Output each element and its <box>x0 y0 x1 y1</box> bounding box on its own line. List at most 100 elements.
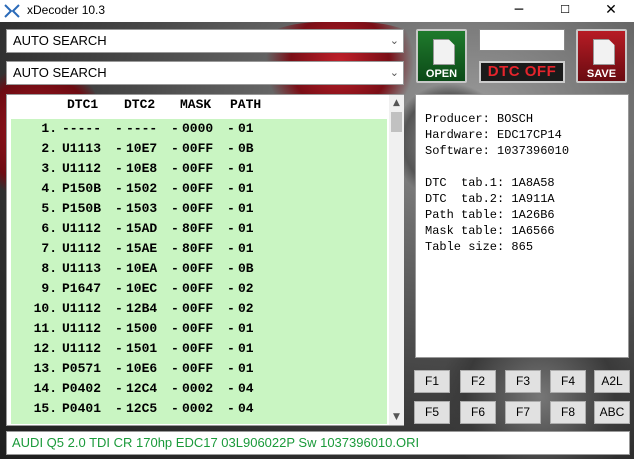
dtc2-cell: ---- <box>126 121 158 136</box>
dtc1-cell: P150B <box>62 181 102 196</box>
row-number: 11. <box>33 321 57 336</box>
list-item[interactable]: 7. U1112-15AE -80FF -01 <box>11 239 387 259</box>
list-item[interactable]: 11. U1112-1500-00FF -01 <box>11 319 387 339</box>
dtc2-cell: 10E8 <box>126 161 158 176</box>
row-number: 13. <box>33 361 57 376</box>
list-item[interactable]: 15. P0401-12C5-0002-04 <box>11 399 387 419</box>
path-cell: 0B <box>238 141 254 156</box>
list-item[interactable]: 2. U1113-10E7-00FF -0B <box>11 139 387 159</box>
mask-cell: 80FF <box>182 221 214 236</box>
list-item[interactable]: 12. U1112-1501-00FF -01 <box>11 339 387 359</box>
dtc-list-body[interactable]: 1. ----- - ---- -0000-01 2. U1113-10E7-00FF -0B… <box>11 119 387 424</box>
list-item[interactable]: 5. P150B -1503-00FF -01 <box>11 199 387 219</box>
separator: - <box>115 201 123 216</box>
f7-button[interactable]: F7 <box>505 401 541 424</box>
row-number: 4. <box>41 181 57 196</box>
dtc2-cell: 12B4 <box>126 301 158 316</box>
list-scrollbar[interactable]: ▲ ▼ <box>389 95 404 425</box>
f2-button[interactable]: F2 <box>460 370 496 393</box>
scroll-up-icon[interactable]: ▲ <box>389 95 404 111</box>
minimize-button[interactable]: ─ <box>496 0 542 22</box>
separator: - <box>171 281 179 296</box>
separator: - <box>227 241 235 256</box>
search-combo-1[interactable]: AUTO SEARCH ⌄ <box>6 29 404 53</box>
list-item[interactable]: 9. P1647-10EC -00FF -02 <box>11 279 387 299</box>
mask-cell: 00FF <box>182 301 214 316</box>
chevron-down-icon[interactable]: ⌄ <box>390 30 399 52</box>
save-button-label: SAVE <box>586 68 617 80</box>
separator: - <box>171 201 179 216</box>
dtc2-cell: 12C5 <box>126 401 158 416</box>
f6-button[interactable]: F6 <box>460 401 496 424</box>
chevron-down-icon[interactable]: ⌄ <box>390 62 399 84</box>
open-button-label: OPEN <box>425 68 458 80</box>
combo-1-value: AUTO SEARCH <box>13 33 107 48</box>
column-header-mask: MASK <box>180 97 212 112</box>
f8-button[interactable]: F8 <box>550 401 586 424</box>
separator: - <box>115 241 123 256</box>
save-button[interactable]: SAVE <box>576 29 627 83</box>
separator: - <box>115 281 123 296</box>
dtc2-cell: 15AD <box>126 221 158 236</box>
path-cell: 02 <box>238 301 254 316</box>
separator: - <box>171 261 179 276</box>
list-item[interactable]: 10. U1112-12B4-00FF -02 <box>11 299 387 319</box>
column-header-dtc1: DTC1 <box>67 97 99 112</box>
path-table-line: Path table: 1A26B6 <box>425 208 555 222</box>
separator: - <box>115 121 123 136</box>
separator: - <box>227 201 235 216</box>
path-cell: 0B <box>238 261 254 276</box>
mask-cell: 00FF <box>182 181 214 196</box>
list-item[interactable]: 6. U1112-15AD -80FF -01 <box>11 219 387 239</box>
hardware-line: Hardware: EDC17CP14 <box>425 128 562 142</box>
path-cell: 01 <box>238 221 254 236</box>
dtc-list-panel[interactable]: DTC1 DTC2 MASK PATH 1. ----- - ---- -0000-01… <box>6 94 404 426</box>
mask-cell: 00FF <box>182 321 214 336</box>
list-item[interactable]: 14. P0402-12C4-0002-04 <box>11 379 387 399</box>
separator: - <box>115 261 123 276</box>
scroll-thumb[interactable] <box>391 112 402 132</box>
dtc2-cell: 15AE <box>126 241 158 256</box>
separator: - <box>115 301 123 316</box>
open-button[interactable]: OPEN <box>416 29 467 83</box>
dtc1-cell: P0401 <box>62 401 102 416</box>
separator: - <box>227 261 235 276</box>
search-combo-2[interactable]: AUTO SEARCH ⌄ <box>6 61 404 85</box>
scroll-down-icon[interactable]: ▼ <box>389 409 404 425</box>
path-cell: 01 <box>238 161 254 176</box>
dtc1-cell: P0571 <box>62 361 102 376</box>
close-button[interactable]: ✕ <box>588 0 634 22</box>
separator: - <box>171 141 179 156</box>
dtc-tab2-line: DTC tab.2: 1A911A <box>425 192 555 206</box>
separator: - <box>171 361 179 376</box>
separator: - <box>115 181 123 196</box>
row-number: 5. <box>41 201 57 216</box>
title-bar: xDecoder 10.3 ─ ☐ ✕ <box>0 0 634 22</box>
separator: - <box>171 381 179 396</box>
separator: - <box>171 241 179 256</box>
dtc-off-button[interactable]: DTC OFF <box>479 61 565 83</box>
column-header-path: PATH <box>230 97 262 112</box>
list-item[interactable]: 1. ----- - ---- -0000-01 <box>11 119 387 139</box>
row-number: 15. <box>33 401 57 416</box>
mask-cell: 00FF <box>182 341 214 356</box>
list-item[interactable]: 4. P150B -1502-00FF -01 <box>11 179 387 199</box>
list-item[interactable]: 8. U1113-10EA -00FF -0B <box>11 259 387 279</box>
row-number: 2. <box>41 141 57 156</box>
list-item[interactable]: 3. U1112-10E8-00FF -01 <box>11 159 387 179</box>
separator: - <box>227 401 235 416</box>
f3-button[interactable]: F3 <box>505 370 541 393</box>
separator: - <box>115 401 123 416</box>
maximize-button[interactable]: ☐ <box>542 0 588 22</box>
combo-2-value: AUTO SEARCH <box>13 65 107 80</box>
window-title: xDecoder 10.3 <box>27 3 106 17</box>
f1-button[interactable]: F1 <box>414 370 450 393</box>
a2l-button[interactable]: A2L <box>594 370 630 393</box>
abc-button[interactable]: ABC <box>594 401 630 424</box>
f4-button[interactable]: F4 <box>550 370 586 393</box>
f5-button[interactable]: F5 <box>414 401 450 424</box>
top-input-field[interactable] <box>479 29 565 51</box>
mask-cell: 00FF <box>182 161 214 176</box>
separator: - <box>227 301 235 316</box>
list-item[interactable]: 13. P0571-10E6-00FF -01 <box>11 359 387 379</box>
